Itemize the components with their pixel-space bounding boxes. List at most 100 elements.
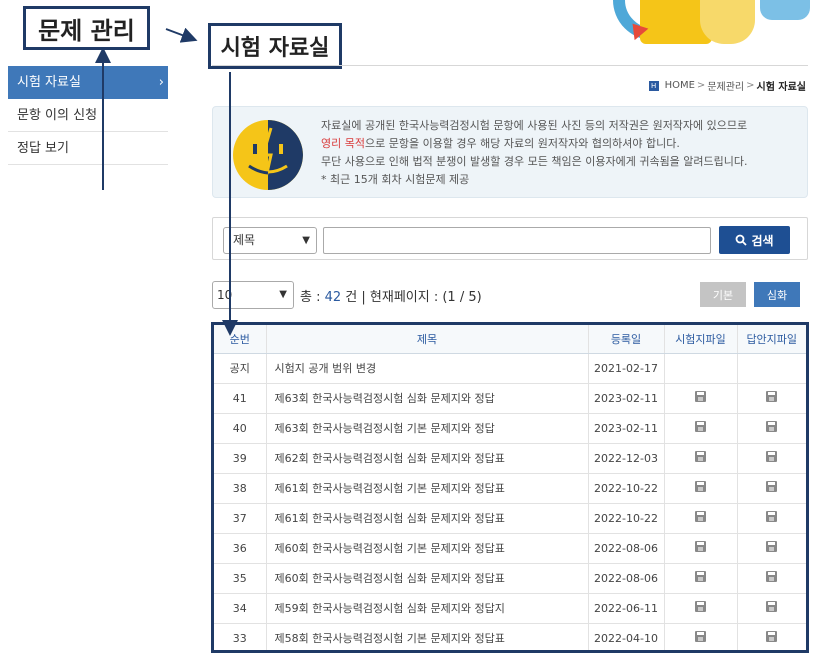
floppy-disk-icon[interactable] (695, 541, 706, 552)
floppy-disk-icon[interactable] (695, 451, 706, 462)
row-title-link[interactable]: 제63회 한국사능력검정시험 심화 문제지와 정답 (266, 383, 589, 414)
notice-text: 자료실에 공개된 한국사능력검정시험 문항에 사용된 사진 등의 저작권은 원저… (321, 117, 748, 189)
table-row[interactable]: 34 제59회 한국사능력검정시험 심화 문제지와 정답지 2022-06-11 (214, 593, 806, 624)
sidebar: 시험 자료실 › 문항 이의 신청 정답 보기 (8, 66, 168, 165)
floppy-disk-icon[interactable] (695, 481, 706, 492)
row-title-link[interactable]: 제63회 한국사능력검정시험 기본 문제지와 정답 (266, 413, 589, 444)
exam-file-cell (664, 443, 738, 474)
total-count: 42 (324, 290, 342, 305)
row-title-link[interactable]: 제58회 한국사능력검정시험 기본 문제지와 정답표 (266, 623, 589, 650)
search-button[interactable]: 검색 (719, 226, 790, 254)
row-title-link[interactable]: 제62회 한국사능력검정시험 심화 문제지와 정답표 (266, 443, 589, 474)
floppy-disk-icon[interactable] (766, 601, 778, 612)
answer-file-cell (737, 503, 806, 534)
floppy-disk-icon[interactable] (766, 541, 778, 552)
floppy-disk-icon[interactable] (695, 511, 706, 522)
row-number: 39 (214, 443, 267, 474)
answer-file-cell (737, 623, 806, 650)
sidebar-item-exam-archive[interactable]: 시험 자료실 › (8, 66, 168, 99)
search-field-select[interactable]: 제목 ▼ (223, 227, 317, 254)
sidebar-item-objection[interactable]: 문항 이의 신청 (8, 99, 168, 132)
floppy-disk-icon[interactable] (766, 571, 778, 582)
column-header-date: 등록일 (588, 325, 665, 354)
row-title-link[interactable]: 제59회 한국사능력검정시험 심화 문제지와 정답지 (266, 593, 589, 624)
exam-file-cell (664, 623, 738, 650)
row-title-link[interactable]: 제61회 한국사능력검정시험 기본 문제지와 정답표 (266, 473, 589, 504)
annotation-page-title: 시험 자료실 (208, 23, 342, 69)
search-icon (736, 234, 748, 246)
search-bar: 제목 ▼ 검색 (212, 217, 808, 260)
floppy-disk-icon[interactable] (695, 631, 706, 642)
table-row[interactable]: 40 제63회 한국사능력검정시험 기본 문제지와 정답 2023-02-11 (214, 413, 806, 444)
arrow-to-page-title (165, 27, 198, 43)
answer-file-cell (737, 533, 806, 564)
row-date: 2022-12-03 (588, 443, 665, 474)
floppy-disk-icon[interactable] (766, 511, 778, 522)
exam-file-cell (664, 563, 738, 594)
title-divider (212, 65, 808, 66)
answer-file-cell (737, 473, 806, 504)
floppy-disk-icon[interactable] (695, 601, 706, 612)
floppy-disk-icon[interactable] (695, 391, 706, 402)
notice-line: 자료실에 공개된 한국사능력검정시험 문항에 사용된 사진 등의 저작권은 원저… (321, 119, 748, 132)
answer-file-cell (737, 443, 806, 474)
table-row[interactable]: 공지 시험지 공개 범위 변경 2021-02-17 (214, 353, 806, 384)
table-row[interactable]: 39 제62회 한국사능력검정시험 심화 문제지와 정답표 2022-12-03 (214, 443, 806, 474)
sidebar-item-label: 정답 보기 (17, 141, 69, 156)
floppy-disk-icon[interactable] (766, 481, 778, 492)
exam-file-cell (664, 383, 738, 414)
row-number: 38 (214, 473, 267, 504)
floppy-disk-icon[interactable] (695, 421, 706, 432)
notice-line: * 최근 15개 회차 시험문제 제공 (321, 173, 470, 186)
row-number: 40 (214, 413, 267, 444)
table-row[interactable]: 35 제60회 한국사능력검정시험 심화 문제지와 정답표 2022-08-06 (214, 563, 806, 594)
exam-file-cell (664, 473, 738, 504)
sidebar-item-answers[interactable]: 정답 보기 (8, 132, 168, 165)
answer-file-cell (737, 593, 806, 624)
home-icon[interactable]: H (648, 80, 659, 91)
chevron-down-icon: ▼ (279, 289, 287, 300)
row-date: 2022-08-06 (588, 563, 665, 594)
breadcrumb: H HOME > 문제관리 > 시험 자료실 (648, 78, 806, 93)
row-date: 2023-02-11 (588, 383, 665, 414)
table-row[interactable]: 36 제60회 한국사능력검정시험 기본 문제지와 정답표 2022-08-06 (214, 533, 806, 564)
floppy-disk-icon[interactable] (766, 391, 778, 402)
row-date: 2022-04-10 (588, 623, 665, 650)
column-header-title: 제목 (266, 325, 589, 354)
breadcrumb-home[interactable]: HOME (665, 80, 695, 91)
floppy-disk-icon[interactable] (766, 631, 778, 642)
breadcrumb-separator: > (746, 80, 755, 91)
row-title-link[interactable]: 제60회 한국사능력검정시험 심화 문제지와 정답표 (266, 563, 589, 594)
page-size-select[interactable]: 10 ▼ (212, 281, 294, 309)
table-row[interactable]: 41 제63회 한국사능력검정시험 심화 문제지와 정답 2023-02-11 (214, 383, 806, 414)
header-illustration-shape (700, 0, 755, 44)
filter-basic-button[interactable]: 기본 (700, 282, 746, 307)
answer-file-cell (737, 563, 806, 594)
row-title-link[interactable]: 시험지 공개 범위 변경 (266, 353, 589, 384)
copyright-notice: 자료실에 공개된 한국사능력검정시험 문항에 사용된 사진 등의 저작권은 원저… (212, 106, 808, 198)
row-date: 2022-10-22 (588, 503, 665, 534)
breadcrumb-current: 시험 자료실 (756, 82, 806, 93)
answer-file-cell (737, 383, 806, 414)
row-title-link[interactable]: 제61회 한국사능력검정시험 심화 문제지와 정답표 (266, 503, 589, 534)
filter-advanced-button[interactable]: 심화 (754, 282, 800, 307)
row-date: 2022-08-06 (588, 533, 665, 564)
answer-file-cell (737, 413, 806, 444)
floppy-disk-icon[interactable] (766, 421, 778, 432)
table-row[interactable]: 37 제61회 한국사능력검정시험 심화 문제지와 정답표 2022-10-22 (214, 503, 806, 534)
chevron-down-icon: ▼ (302, 235, 310, 246)
answer-file-cell (737, 353, 806, 384)
table-row[interactable]: 33 제58회 한국사능력검정시험 기본 문제지와 정답표 2022-04-10 (214, 623, 806, 650)
search-input[interactable] (323, 227, 711, 254)
table-row[interactable]: 38 제61회 한국사능력검정시험 기본 문제지와 정답표 2022-10-22 (214, 473, 806, 504)
notice-line: 무단 사용으로 인해 법적 분쟁이 발생할 경우 모든 책임은 이용자에게 귀속… (321, 155, 748, 168)
notice-line: 영리 목적으로 문항을 이용할 경우 해당 자료의 원저작자와 협의하셔야 합니… (321, 137, 680, 150)
row-number: 37 (214, 503, 267, 534)
row-title-link[interactable]: 제60회 한국사능력검정시험 기본 문제지와 정답표 (266, 533, 589, 564)
row-number: 36 (214, 533, 267, 564)
breadcrumb-level1[interactable]: 문제관리 (707, 78, 744, 93)
floppy-disk-icon[interactable] (766, 451, 778, 462)
column-header-exam-file: 시험지파일 (664, 325, 738, 354)
floppy-disk-icon[interactable] (695, 571, 706, 582)
exam-file-cell (664, 413, 738, 444)
